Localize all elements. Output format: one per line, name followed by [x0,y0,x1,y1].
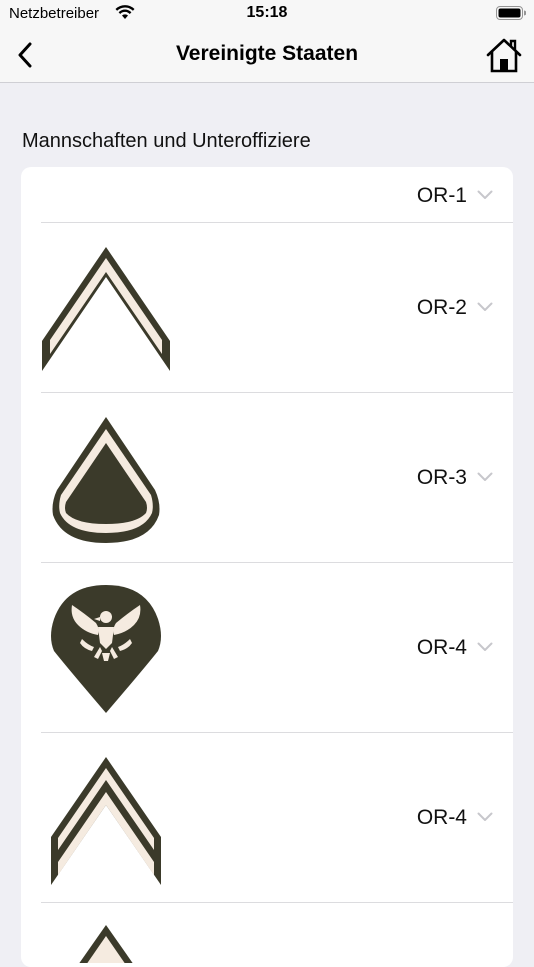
chevron-down-icon [477,812,493,821]
list-item[interactable]: OR-1 [21,167,513,223]
list-item[interactable]: OR-4 [21,733,513,903]
page-title: Vereinigte Staaten [175,42,359,65]
chevron-down-icon [477,472,493,481]
home-button[interactable] [484,35,524,75]
rank-code: OR-3 [416,466,467,489]
clock: 15:18 [246,4,288,21]
list-item[interactable]: OR-3 [21,393,513,563]
rank-code: OR-4 [416,806,467,829]
rank-code: OR-1 [416,184,467,207]
list-item[interactable]: OR-2 [21,223,513,393]
chevron-down-icon [477,190,493,199]
section-title: Mannschaften und Unteroffiziere [22,130,311,152]
private-first-class-icon [52,417,160,543]
sergeant-chevron-icon [79,925,133,963]
chevron-down-icon [477,302,493,311]
home-icon [486,38,522,73]
rank-code: OR-4 [416,636,467,659]
battery-icon [496,6,527,25]
private-chevron-icon [42,247,170,371]
list-item[interactable] [21,903,513,967]
rank-code: OR-2 [416,296,467,319]
corporal-chevron-icon [51,757,161,885]
rank-list: OR-1 OR-2 OR-3 OR-4 OR-4 [21,167,513,967]
specialist-eagle-icon [51,585,161,713]
list-item[interactable]: OR-4 [21,563,513,733]
status-bar: Netzbetreiber 15:18 [0,0,534,28]
chevron-down-icon [477,642,493,651]
navigation-bar: Vereinigte Staaten [0,28,534,83]
